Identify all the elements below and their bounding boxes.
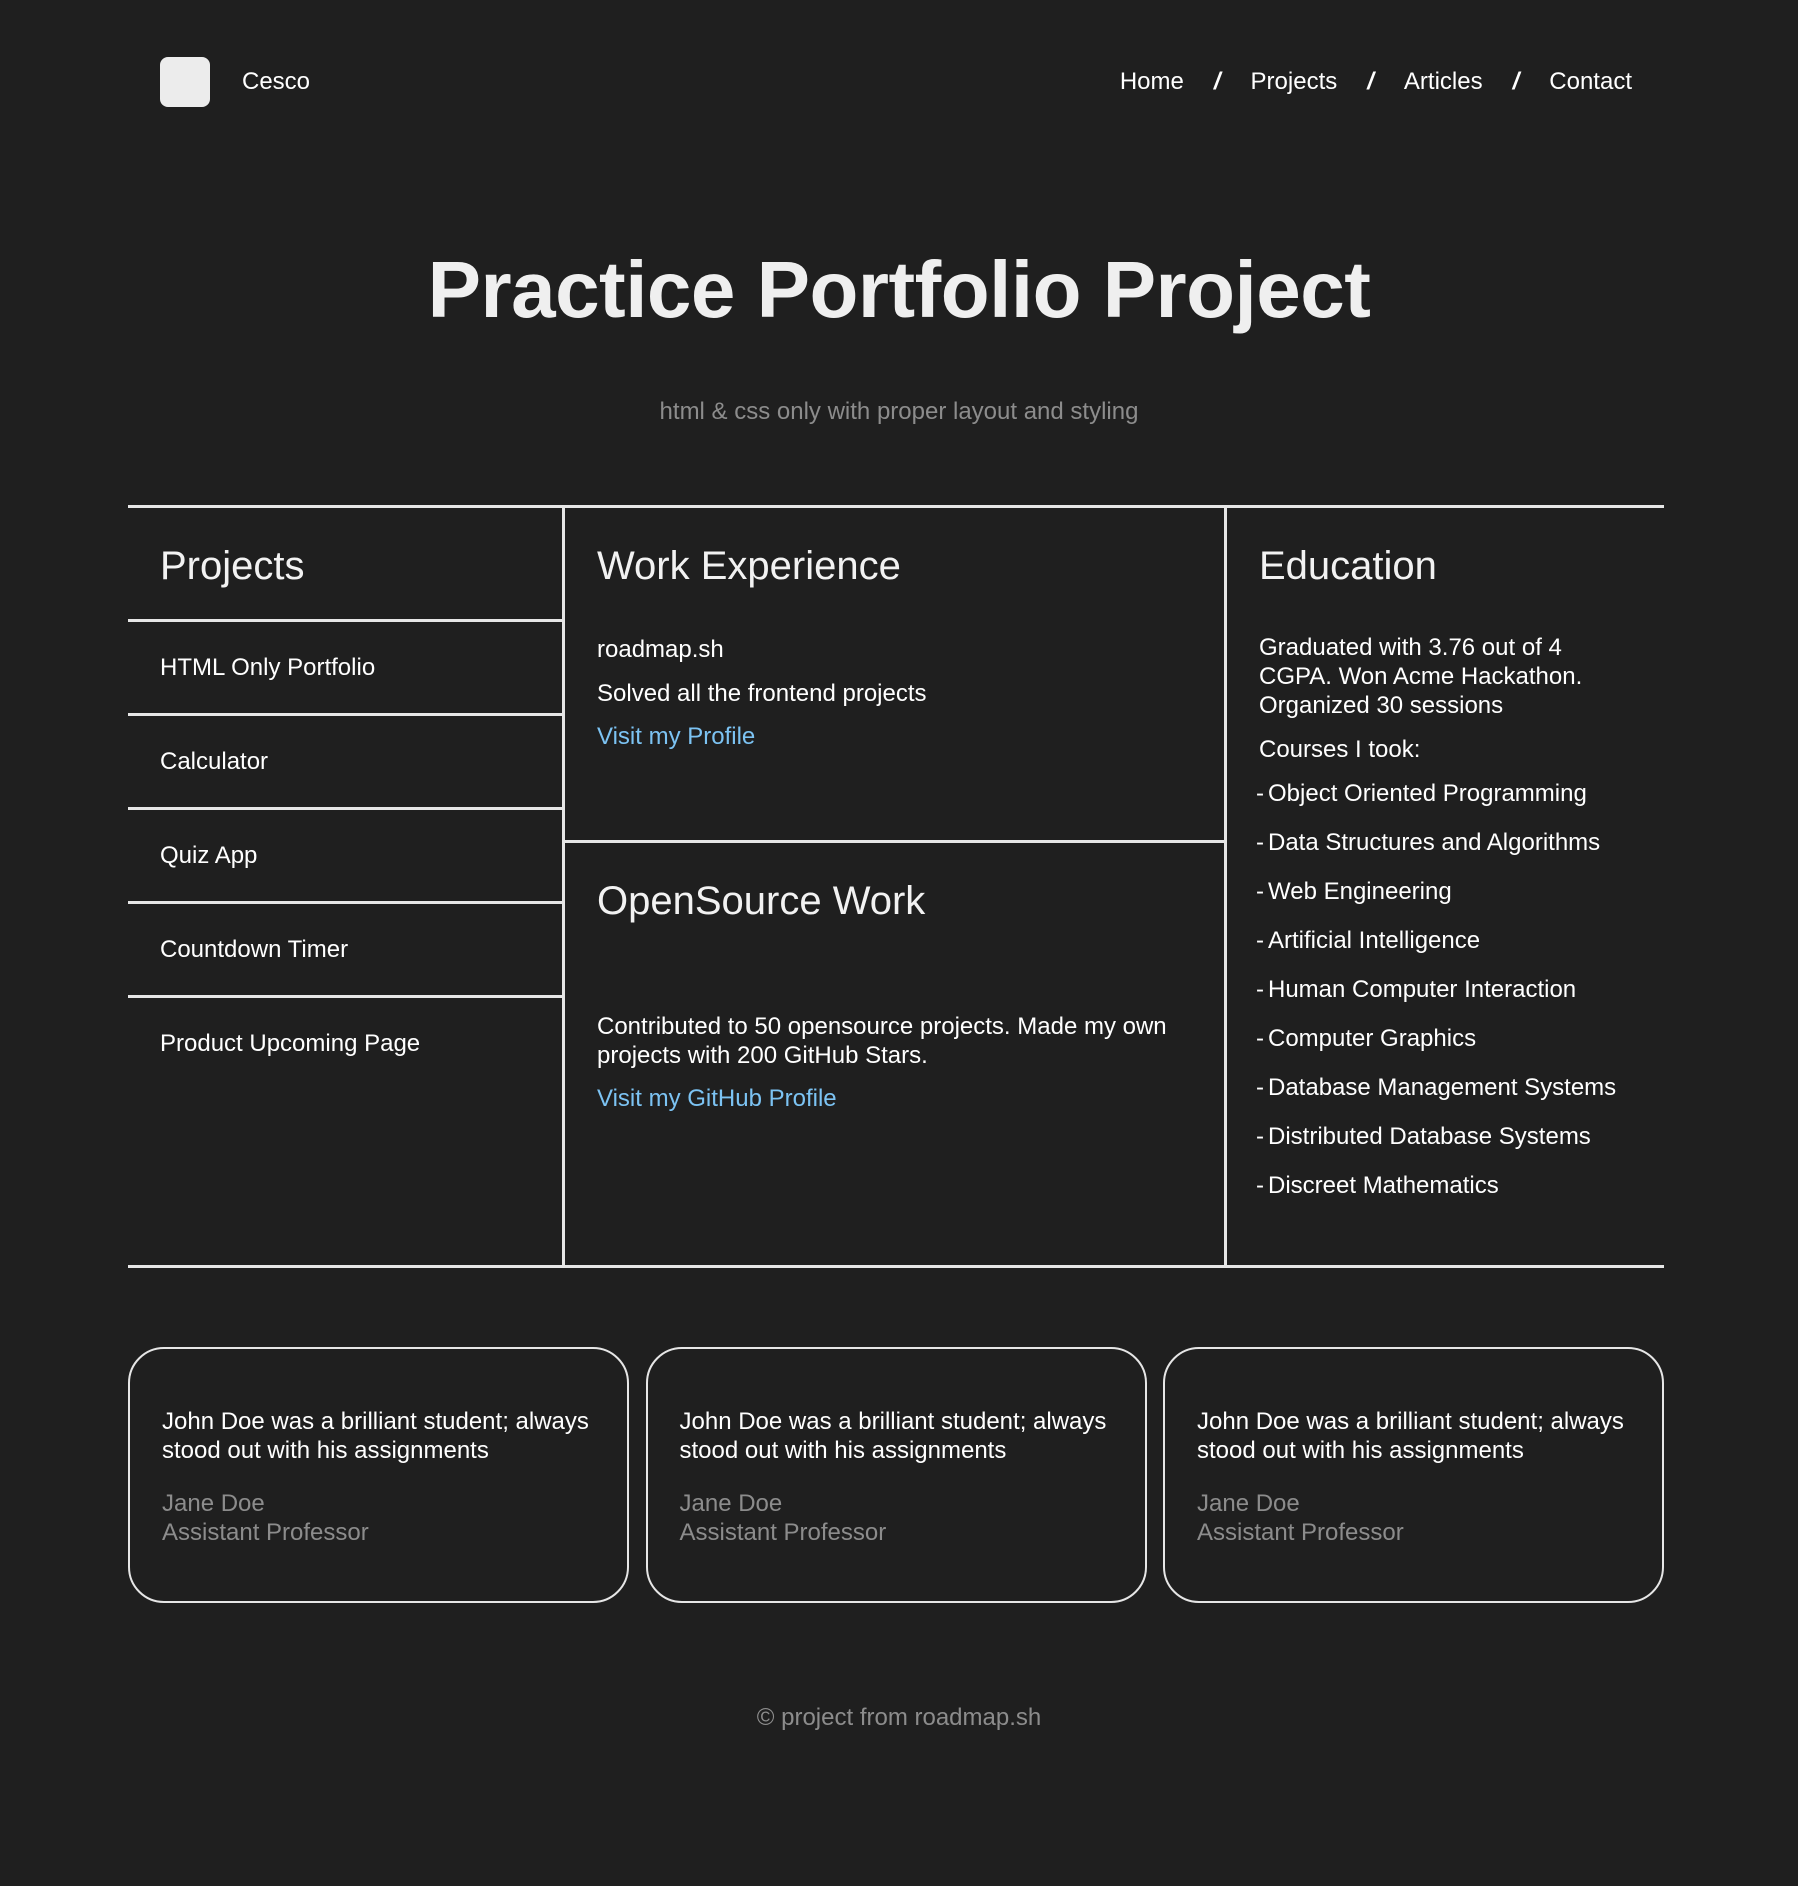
testimonial-card: John Doe was a brilliant student; always… [1163,1347,1664,1603]
testimonial-card: John Doe was a brilliant student; always… [128,1347,629,1603]
course-item: - Database Management Systems [1256,1074,1617,1101]
visit-profile-link[interactable]: Visit my Profile [597,723,755,751]
project-item[interactable]: Countdown Timer [128,904,562,998]
course-item: - Distributed Database Systems [1256,1123,1591,1150]
course-item: - Object Oriented Programming [1256,780,1587,807]
testimonial-quote: John Doe was a brilliant student; always… [162,1408,589,1464]
testimonial-card: John Doe was a brilliant student; always… [645,1347,1147,1603]
brand[interactable]: Cesco [160,57,310,107]
work-experience-section: Work Experience roadmap.sh Solved all th… [565,508,1224,843]
course-item: - Human Computer Interaction [1256,976,1577,1003]
education-summary: Graduated with 3.76 out of 4 CGPA. Won A… [1259,634,1583,719]
project-item[interactable]: HTML Only Portfolio [128,622,562,716]
testimonial-name: Jane Doe [162,1490,265,1517]
course-item: - Web Engineering [1256,878,1452,905]
site-header: Cesco Home / Projects / Articles / Conta… [160,56,1632,108]
testimonial-role: Assistant Professor [162,1519,369,1546]
portfolio-grid: Projects HTML Only Portfolio Calculator … [128,505,1664,1268]
opensource-section: OpenSource Work Contributed to 50 openso… [565,843,1224,1113]
projects-column: Projects HTML Only Portfolio Calculator … [128,508,565,1265]
courses-label: Courses I took: [1259,736,1421,763]
opensource-heading: OpenSource Work [597,879,926,923]
footer: © project from roadmap.sh [756,1704,1042,1731]
course-item: - Discreet Mathematics [1256,1172,1499,1199]
visit-github-link[interactable]: Visit my GitHub Profile [597,1085,837,1113]
experience-column: Work Experience roadmap.sh Solved all th… [565,508,1227,1265]
education-column: Education Graduated with 3.76 out of 4 C… [1227,508,1664,1265]
testimonial-author: Jane Doe Assistant Professor [162,1489,595,1547]
testimonial-author: Jane Doe Assistant Professor [680,1489,1113,1547]
testimonial-role: Assistant Professor [1197,1519,1404,1546]
work-company: roadmap.sh [597,636,724,663]
project-item[interactable]: Quiz App [128,810,562,904]
testimonial-quote: John Doe was a brilliant student; always… [1197,1408,1624,1464]
page-subtitle: html & css only with proper layout and s… [659,398,1139,425]
work-description: Solved all the frontend projects [597,680,927,707]
nav-separator: / [1512,68,1520,95]
course-item: - Computer Graphics [1256,1025,1477,1052]
main-nav: Home / Projects / Articles / Contact [1120,68,1632,96]
testimonial-author: Jane Doe Assistant Professor [1197,1489,1630,1547]
project-item[interactable]: Product Upcoming Page [128,998,562,1092]
course-item: - Data Structures and Algorithms [1256,829,1601,856]
testimonials: John Doe was a brilliant student; always… [128,1347,1664,1603]
opensource-description: Contributed to 50 opensource projects. M… [597,1013,1167,1069]
project-item[interactable]: Calculator [128,716,562,810]
brand-name[interactable]: Cesco [242,68,310,96]
testimonial-name: Jane Doe [1197,1490,1300,1517]
course-item: - Artificial Intelligence [1256,927,1481,954]
nav-home[interactable]: Home [1120,68,1184,96]
projects-heading: Projects [128,508,562,622]
nav-contact[interactable]: Contact [1549,68,1632,96]
nav-projects[interactable]: Projects [1251,68,1338,96]
testimonial-name: Jane Doe [679,1490,783,1517]
testimonial-quote: John Doe was a brilliant student; always… [679,1408,1107,1464]
nav-articles[interactable]: Articles [1404,68,1483,96]
page-title: Practice Portfolio Project [427,245,1371,334]
testimonial-role: Assistant Professor [679,1519,887,1546]
nav-separator: / [1213,68,1221,95]
work-experience-heading: Work Experience [597,544,901,588]
nav-separator: / [1367,68,1374,95]
logo-icon[interactable] [160,57,210,107]
education-heading: Education [1259,544,1437,588]
